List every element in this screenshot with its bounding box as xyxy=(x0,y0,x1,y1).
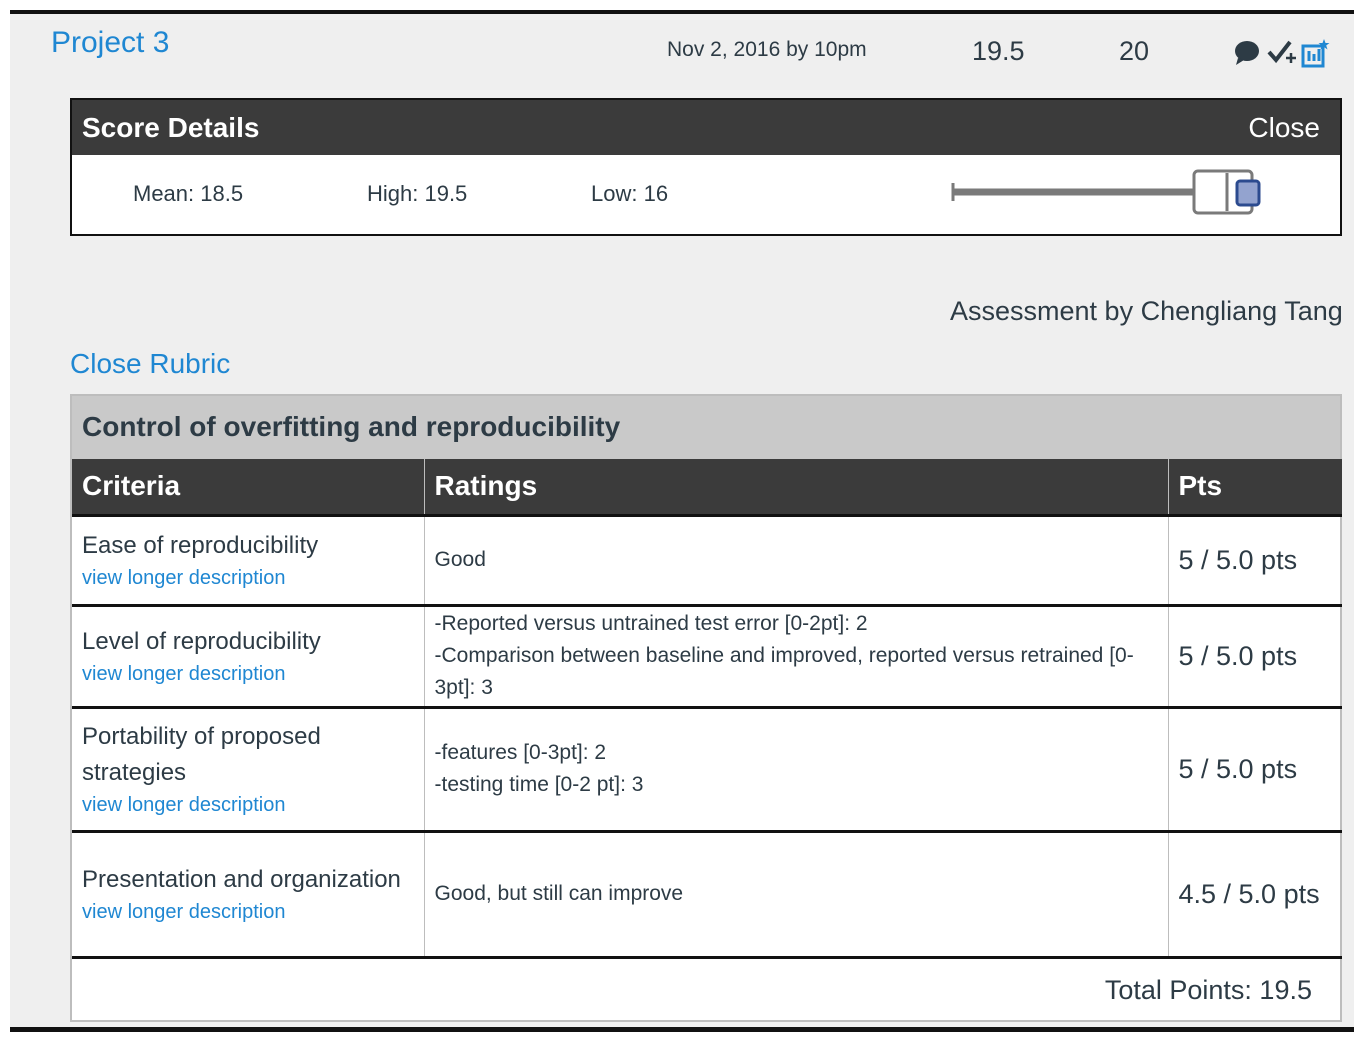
pts-value: 5 / 5.0 pts xyxy=(1178,753,1298,784)
score-details-box: Score Details Close Mean: 18.5 High: 19.… xyxy=(70,98,1342,236)
table-row: Level of reproducibility view longer des… xyxy=(72,603,1342,707)
view-description-link[interactable]: view longer description xyxy=(82,791,414,819)
rubric-title: Control of overfitting and reproducibili… xyxy=(82,411,621,442)
high-stat: High: 19.5 xyxy=(367,181,468,206)
rating-line: -Comparison between baseline and improve… xyxy=(434,644,1134,699)
rating-cell: -Reported versus untrained test error [0… xyxy=(424,603,1169,707)
rating-cell: -features [0-3pt]: 2 -testing time [0-2 … xyxy=(424,705,1169,831)
rating-cell: Good, but still can improve xyxy=(424,829,1169,957)
rating-line: -features [0-3pt]: 2 xyxy=(434,741,607,764)
table-row: Presentation and organization view longe… xyxy=(72,829,1342,957)
score-details-title: Score Details xyxy=(82,112,260,143)
criterion-cell: Portability of proposed strategies view … xyxy=(72,705,425,831)
assignment-row: Project 3 Nov 2, 2016 by 10pm 19.5 20 xyxy=(10,14,1354,94)
bottom-divider xyxy=(10,1027,1354,1032)
pts-value: 4.5 / 5.0 pts xyxy=(1178,878,1320,909)
score-stats: Mean: 18.5 High: 19.5 Low: 16 xyxy=(72,155,1340,236)
ratings-header: Ratings xyxy=(424,459,1169,515)
boxplot-your-score-marker xyxy=(1235,179,1261,207)
comment-icon[interactable] xyxy=(1232,38,1262,68)
rubric-table: Criteria Ratings Pts Ease of reproducibi… xyxy=(72,459,1342,1023)
pts-cell: 4.5 / 5.0 pts xyxy=(1168,829,1342,957)
assessment-by: Assessment by Chengliang Tang xyxy=(950,296,1343,326)
pts-value: 5 / 5.0 pts xyxy=(1178,640,1298,671)
view-description-link[interactable]: view longer description xyxy=(82,898,414,926)
table-row: Ease of reproducibility view longer desc… xyxy=(72,513,1342,605)
pts-cell: 5 / 5.0 pts xyxy=(1168,603,1342,707)
rubric-table-container: Control of overfitting and reproducibili… xyxy=(70,394,1342,1023)
view-description-link[interactable]: view longer description xyxy=(82,660,414,688)
criterion-cell: Presentation and organization view longe… xyxy=(72,829,425,957)
low-stat: Low: 16 xyxy=(591,181,669,206)
criterion-name: Level of reproducibility xyxy=(82,628,321,655)
rating-cell: Good xyxy=(424,513,1169,605)
criterion-cell: Ease of reproducibility view longer desc… xyxy=(72,513,425,605)
criteria-header: Criteria xyxy=(72,459,425,515)
assignment-title-link[interactable]: Project 3 xyxy=(51,26,169,60)
rating-line: -Reported versus untrained test error [0… xyxy=(434,612,868,635)
score-details-close-button[interactable]: Close xyxy=(1248,112,1320,144)
criterion-name: Presentation and organization xyxy=(82,866,401,893)
criterion-name: Ease of reproducibility xyxy=(82,532,319,559)
pts-cell: 5 / 5.0 pts xyxy=(1168,705,1342,831)
assignment-icons xyxy=(1232,38,1330,68)
criterion-cell: Level of reproducibility view longer des… xyxy=(72,603,425,707)
close-rubric-link[interactable]: Close Rubric xyxy=(70,348,230,380)
rubric-title-bar: Control of overfitting and reproducibili… xyxy=(72,396,1340,459)
score-boxplot xyxy=(951,169,1261,215)
total-row: Total Points: 19.5 xyxy=(72,955,1342,1023)
rating-line: Good, but still can improve xyxy=(434,882,684,905)
score-value: 19.5 xyxy=(972,36,1025,66)
rating-line: Good xyxy=(434,548,486,571)
view-description-link[interactable]: view longer description xyxy=(82,564,414,592)
score-details-header: Score Details Close xyxy=(72,100,1340,155)
rubric-header-row: Criteria Ratings Pts xyxy=(72,459,1342,515)
pts-header: Pts xyxy=(1168,459,1342,515)
criterion-name: Portability of proposed strategies xyxy=(82,723,321,786)
mean-stat: Mean: 18.5 xyxy=(133,181,244,206)
due-date: Nov 2, 2016 by 10pm xyxy=(667,38,867,61)
assignment-panel: Project 3 Nov 2, 2016 by 10pm 19.5 20 Sc… xyxy=(10,10,1354,1027)
pts-cell: 5 / 5.0 pts xyxy=(1168,513,1342,605)
points-possible: 20 xyxy=(1119,36,1150,66)
rubric-icon[interactable] xyxy=(1300,38,1330,68)
pts-value: 5 / 5.0 pts xyxy=(1178,544,1298,575)
table-row: Portability of proposed strategies view … xyxy=(72,705,1342,831)
check-plus-icon[interactable] xyxy=(1266,38,1296,68)
rating-line: -testing time [0-2 pt]: 3 xyxy=(434,773,644,796)
total-points: Total Points: 19.5 xyxy=(72,955,1342,1023)
